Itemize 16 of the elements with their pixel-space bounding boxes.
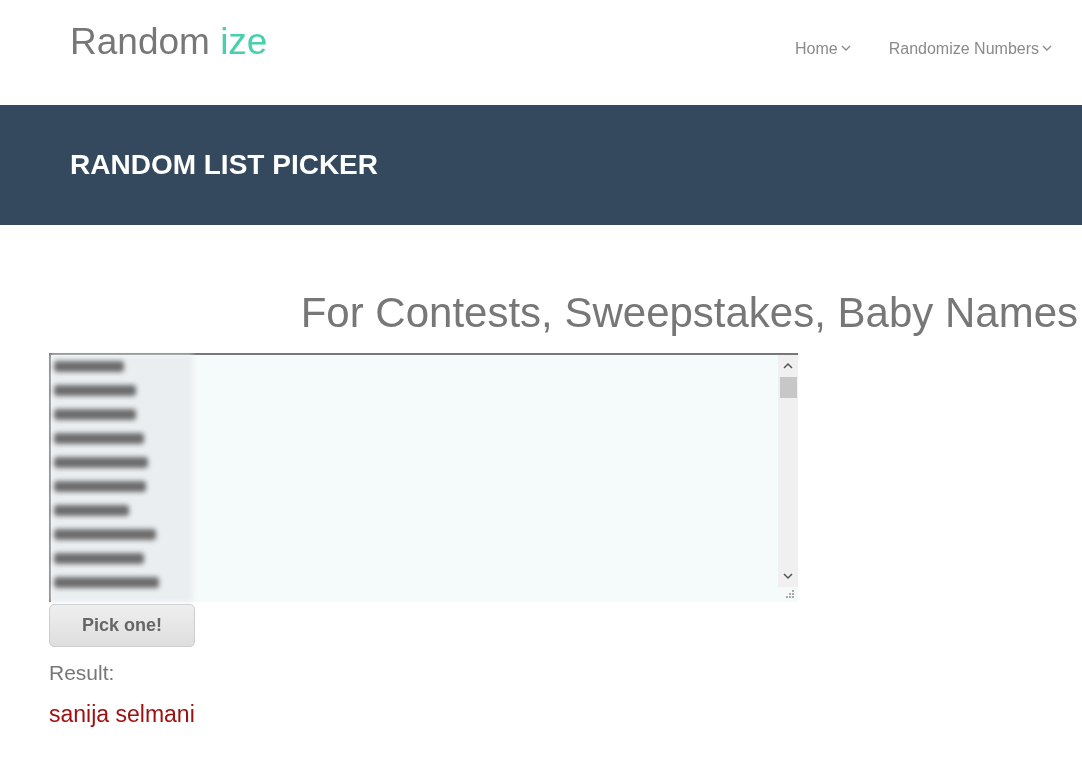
- chevron-down-icon: [840, 45, 851, 52]
- resize-grip-icon[interactable]: [785, 589, 795, 599]
- scrollbar-thumb[interactable]: [780, 377, 797, 398]
- nav-link[interactable]: Randomize Numbers: [888, 39, 1052, 58]
- nav-link[interactable]: Home: [795, 39, 851, 58]
- result-value: sanija selmani: [49, 701, 196, 728]
- scroll-up-icon[interactable]: [783, 362, 793, 369]
- site-logo[interactable]: Random ize: [70, 20, 268, 63]
- pick-one-button[interactable]: Pick one!: [49, 604, 195, 647]
- result-label: Result:: [49, 661, 116, 685]
- banner-title: RANDOM LIST PICKER: [70, 149, 378, 181]
- list-field[interactable]: [49, 353, 798, 602]
- scroll-down-icon[interactable]: [783, 573, 793, 580]
- scrollbar[interactable]: [778, 355, 798, 587]
- page-heading: For Contests, Sweepstakes, Baby Names: [299, 289, 1078, 337]
- chevron-down-icon: [1042, 45, 1052, 52]
